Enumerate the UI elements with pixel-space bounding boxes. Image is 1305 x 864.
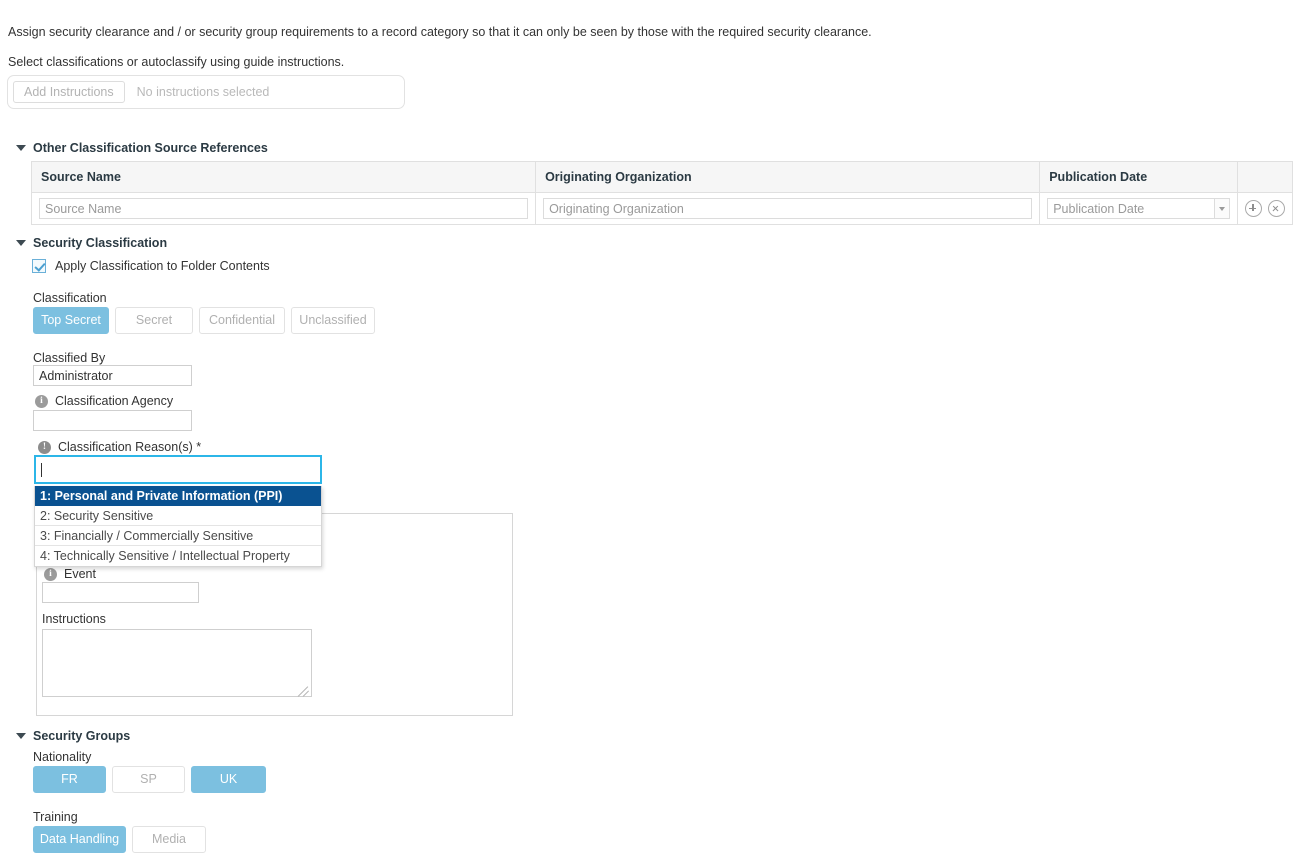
source-name-input[interactable] <box>39 198 528 219</box>
classification-reasons-label-row: ! Classification Reason(s) * <box>38 440 201 454</box>
classification-agency-label-row: i Classification Agency <box>35 394 173 408</box>
section-header-other-classification-source-references[interactable]: Other Classification Source References <box>16 141 268 155</box>
classification-toggle-group: Top Secret Secret Confidential Unclassif… <box>33 307 375 334</box>
nationality-option-fr[interactable]: FR <box>33 766 106 793</box>
training-toggle-group: Data Handling Media <box>33 826 206 853</box>
dropdown-option-3[interactable]: 3: Financially / Commercially Sensitive <box>35 526 321 546</box>
instructions-textarea[interactable] <box>42 629 312 697</box>
chevron-down-icon <box>1219 207 1225 211</box>
warning-icon[interactable]: ! <box>38 441 51 454</box>
cell-originating-organization <box>536 193 1040 225</box>
table-row <box>32 193 1293 225</box>
instructions-status-text: No instructions selected <box>137 85 270 99</box>
classification-agency-input[interactable] <box>33 410 192 431</box>
add-instructions-button[interactable]: Add Instructions <box>13 81 125 103</box>
section-header-security-classification[interactable]: Security Classification <box>16 236 167 250</box>
event-label: Event <box>64 567 96 581</box>
section-title-security-groups: Security Groups <box>33 729 130 743</box>
apply-classification-checkbox[interactable] <box>32 259 46 273</box>
nationality-label: Nationality <box>33 750 91 764</box>
classification-reasons-dropdown: 1: Personal and Private Information (PPI… <box>34 486 322 567</box>
training-option-media[interactable]: Media <box>132 826 206 853</box>
nationality-toggle-group: FR SP UK <box>33 766 266 793</box>
circle-plus-icon[interactable] <box>1245 200 1262 217</box>
column-header-source-name: Source Name <box>32 162 536 193</box>
training-option-data-handling[interactable]: Data Handling <box>33 826 126 853</box>
circle-x-icon[interactable] <box>1268 200 1285 217</box>
column-header-originating-organization: Originating Organization <box>536 162 1040 193</box>
column-header-publication-date: Publication Date <box>1040 162 1238 193</box>
cell-row-actions <box>1237 193 1292 225</box>
classification-option-unclassified[interactable]: Unclassified <box>291 307 375 334</box>
chevron-down-icon <box>16 240 26 246</box>
cell-publication-date <box>1040 193 1238 225</box>
chevron-down-icon <box>16 733 26 739</box>
dropdown-option-1[interactable]: 1: Personal and Private Information (PPI… <box>35 486 321 506</box>
calendar-dropdown-button[interactable] <box>1214 198 1230 219</box>
info-icon[interactable]: i <box>44 568 57 581</box>
text-cursor <box>41 463 42 477</box>
publication-date-input[interactable] <box>1047 198 1214 219</box>
row-actions <box>1245 200 1285 217</box>
cell-source-name <box>32 193 536 225</box>
column-header-actions <box>1237 162 1292 193</box>
nationality-option-uk[interactable]: UK <box>191 766 266 793</box>
classification-option-confidential[interactable]: Confidential <box>199 307 285 334</box>
classification-label: Classification <box>33 291 107 305</box>
dropdown-option-2[interactable]: 2: Security Sensitive <box>35 506 321 526</box>
classification-reasons-input[interactable] <box>34 455 322 484</box>
chevron-down-icon <box>16 145 26 151</box>
instructions-picker: Add Instructions No instructions selecte… <box>7 75 405 109</box>
apply-classification-label: Apply Classification to Folder Contents <box>55 259 270 273</box>
classified-by-input[interactable] <box>33 365 192 386</box>
classification-option-top-secret[interactable]: Top Secret <box>33 307 109 334</box>
section-title-other-sources: Other Classification Source References <box>33 141 268 155</box>
classified-by-label: Classified By <box>33 351 105 365</box>
table-header-row: Source Name Originating Organization Pub… <box>32 162 1293 193</box>
training-label: Training <box>33 810 78 824</box>
publication-date-control <box>1047 198 1230 219</box>
nationality-option-sp[interactable]: SP <box>112 766 185 793</box>
event-input[interactable] <box>42 582 199 603</box>
classification-option-secret[interactable]: Secret <box>115 307 193 334</box>
event-label-row: i Event <box>44 567 96 581</box>
classification-agency-label: Classification Agency <box>55 394 173 408</box>
classification-reasons-label: Classification Reason(s) * <box>58 440 201 454</box>
page-description-line-1: Assign security clearance and / or secur… <box>8 25 872 39</box>
info-icon[interactable]: i <box>35 395 48 408</box>
dropdown-option-4[interactable]: 4: Technically Sensitive / Intellectual … <box>35 546 321 566</box>
page-description-line-2: Select classifications or autoclassify u… <box>8 55 344 69</box>
section-title-security-classification: Security Classification <box>33 236 167 250</box>
source-references-table: Source Name Originating Organization Pub… <box>31 161 1293 225</box>
instructions-label: Instructions <box>42 612 106 626</box>
apply-classification-to-folder-contents-row: Apply Classification to Folder Contents <box>32 259 270 273</box>
section-header-security-groups[interactable]: Security Groups <box>16 729 130 743</box>
originating-organization-input[interactable] <box>543 198 1032 219</box>
